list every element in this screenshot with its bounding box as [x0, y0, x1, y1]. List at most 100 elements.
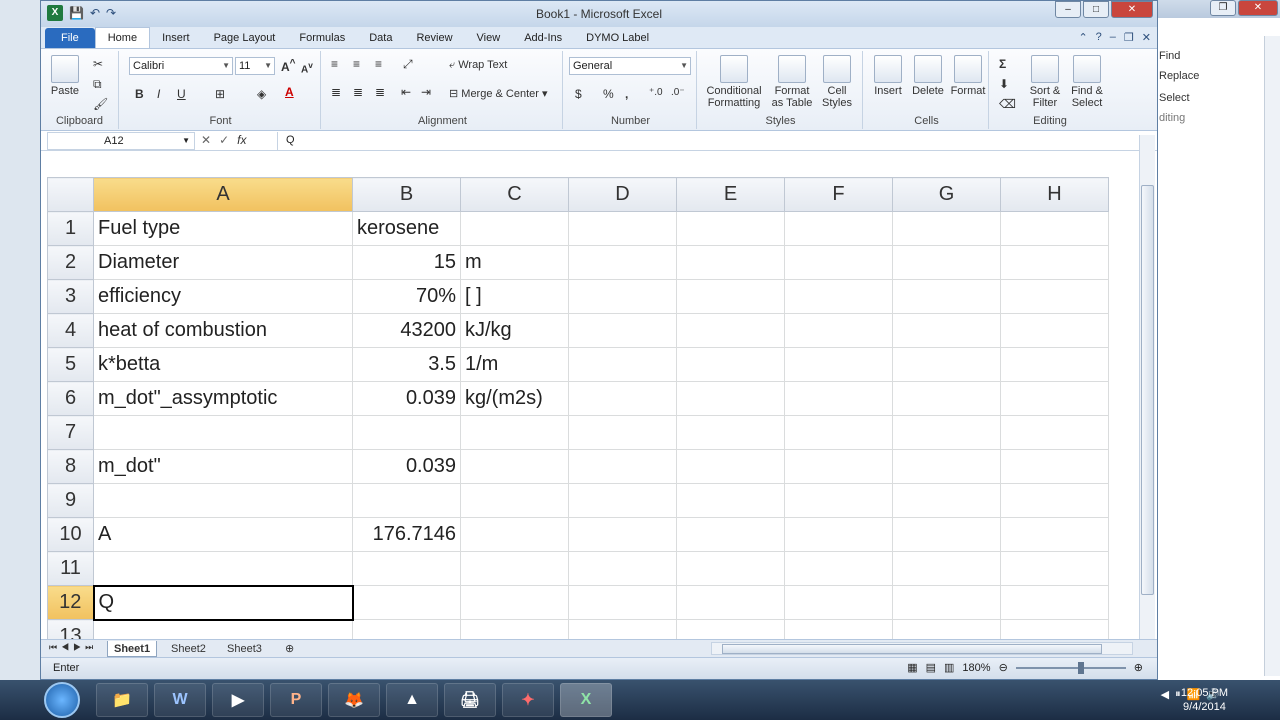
powerpoint-taskbar-icon[interactable]: P — [270, 683, 322, 717]
cell-g2[interactable] — [892, 245, 1001, 280]
row-header[interactable]: 4 — [47, 313, 94, 348]
tray-pause-icon[interactable]: ⏸ — [1175, 688, 1181, 701]
normal-view-icon[interactable]: ▦ — [907, 661, 917, 674]
cell-c10[interactable] — [460, 517, 569, 552]
collapse-ribbon-icon[interactable]: ⌃ — [1078, 31, 1087, 44]
cell-a12[interactable]: Q — [92, 584, 354, 621]
cell-h9[interactable] — [1000, 483, 1109, 518]
cell-a4[interactable]: heat of combustion — [93, 313, 353, 348]
cell-h8[interactable] — [1000, 449, 1109, 484]
font-color-icon[interactable]: A — [285, 85, 294, 99]
column-header-b[interactable]: B — [352, 177, 461, 212]
tab-page-layout[interactable]: Page Layout — [202, 28, 288, 48]
cut-icon[interactable]: ✂ — [93, 57, 103, 71]
underline-button[interactable]: U — [177, 87, 186, 101]
cell-d8[interactable] — [568, 449, 677, 484]
borders-icon[interactable]: ⊞ — [215, 87, 225, 101]
cell-f8[interactable] — [784, 449, 893, 484]
bg-close-button[interactable]: ✕ — [1238, 0, 1278, 16]
cell-b4[interactable]: 43200 — [352, 313, 461, 348]
cell-g7[interactable] — [892, 415, 1001, 450]
cell-e7[interactable] — [676, 415, 785, 450]
word-taskbar-icon[interactable]: W — [154, 683, 206, 717]
row-header[interactable]: 8 — [47, 449, 94, 484]
cell-d3[interactable] — [568, 279, 677, 314]
start-button[interactable] — [44, 682, 80, 718]
column-header-d[interactable]: D — [568, 177, 677, 212]
cell-e11[interactable] — [676, 551, 785, 586]
row-header[interactable]: 11 — [47, 551, 94, 586]
row-header[interactable]: 6 — [47, 381, 94, 416]
tab-add-ins[interactable]: Add-Ins — [512, 28, 574, 48]
cell-e10[interactable] — [676, 517, 785, 552]
zoom-in-icon[interactable]: ⊕ — [1134, 661, 1143, 674]
cell-a6[interactable]: m_dot"_assymptotic — [93, 381, 353, 416]
sheet-tab-sheet2[interactable]: Sheet2 — [165, 641, 212, 657]
vertical-scrollbar[interactable] — [1139, 135, 1155, 641]
cell-c1[interactable] — [460, 211, 569, 246]
cell-g6[interactable] — [892, 381, 1001, 416]
cell-d11[interactable] — [568, 551, 677, 586]
cell-f11[interactable] — [784, 551, 893, 586]
insert-sheet-icon[interactable]: ⊕ — [279, 641, 300, 657]
media-player-taskbar-icon[interactable]: ▶ — [212, 683, 264, 717]
taskbar-clock[interactable]: 12:05 PM 9/4/2014 — [1181, 686, 1228, 714]
cell-d9[interactable] — [568, 483, 677, 518]
row-header[interactable]: 9 — [47, 483, 94, 518]
tab-home[interactable]: Home — [94, 27, 151, 48]
cell-e1[interactable] — [676, 211, 785, 246]
cell-h2[interactable] — [1000, 245, 1109, 280]
tab-file[interactable]: File — [45, 28, 95, 48]
row-header[interactable]: 5 — [47, 347, 94, 382]
decrease-decimal-icon[interactable]: .0⁻ — [671, 87, 685, 98]
cell-styles-button[interactable]: Cell Styles — [817, 55, 857, 109]
cell-f9[interactable] — [784, 483, 893, 518]
find-select-button[interactable]: Find & Select — [1067, 55, 1107, 109]
cell-e12[interactable] — [676, 585, 785, 620]
zoom-level[interactable]: 180% — [962, 662, 990, 674]
cell-h1[interactable] — [1000, 211, 1109, 246]
row-header[interactable]: 3 — [47, 279, 94, 314]
minimize-button[interactable]: – — [1055, 1, 1081, 18]
format-as-table-button[interactable]: Format as Table — [769, 55, 815, 109]
percent-button[interactable]: % — [603, 87, 614, 101]
tab-view[interactable]: View — [465, 28, 513, 48]
tab-dymo-label[interactable]: DYMO Label — [574, 28, 661, 48]
cell-h4[interactable] — [1000, 313, 1109, 348]
grow-font-icon[interactable]: A^ — [281, 58, 296, 74]
cell-a9[interactable] — [93, 483, 353, 518]
cell-b6[interactable]: 0.039 — [352, 381, 461, 416]
align-center-icon[interactable]: ≣ — [353, 85, 363, 99]
merge-center-button[interactable]: ⊟ Merge & Center ▾ — [449, 87, 548, 100]
cell-e8[interactable] — [676, 449, 785, 484]
cell-c2[interactable]: m — [460, 245, 569, 280]
cell-f1[interactable] — [784, 211, 893, 246]
column-header-f[interactable]: F — [784, 177, 893, 212]
cell-e4[interactable] — [676, 313, 785, 348]
currency-button[interactable]: $ — [575, 87, 582, 101]
cell-g3[interactable] — [892, 279, 1001, 314]
cell-f10[interactable] — [784, 517, 893, 552]
cell-g10[interactable] — [892, 517, 1001, 552]
firefox-taskbar-icon[interactable]: 🦊 — [328, 683, 380, 717]
cell-d6[interactable] — [568, 381, 677, 416]
printer-taskbar-icon[interactable]: 🖨 — [444, 683, 496, 717]
fill-icon[interactable]: ⬇ — [999, 77, 1009, 91]
shrink-font-icon[interactable]: Av — [301, 60, 313, 75]
align-middle-icon[interactable]: ≡ — [353, 57, 360, 71]
row-header[interactable]: 10 — [47, 517, 94, 552]
cell-d2[interactable] — [568, 245, 677, 280]
cell-g12[interactable] — [892, 585, 1001, 620]
cell-d10[interactable] — [568, 517, 677, 552]
zoom-slider[interactable] — [1015, 661, 1126, 674]
help-icon[interactable]: ? — [1096, 31, 1102, 44]
bg-scrollbar[interactable] — [1264, 36, 1280, 676]
row-header[interactable]: 2 — [47, 245, 94, 280]
cell-a3[interactable]: efficiency — [93, 279, 353, 314]
cell-c4[interactable]: kJ/kg — [460, 313, 569, 348]
bg-find-label[interactable]: Find — [1159, 50, 1180, 62]
format-painter-icon[interactable]: 🖌 — [93, 97, 108, 111]
align-right-icon[interactable]: ≣ — [375, 85, 385, 99]
cell-b2[interactable]: 15 — [352, 245, 461, 280]
bg-select-label[interactable]: Select — [1159, 92, 1190, 104]
